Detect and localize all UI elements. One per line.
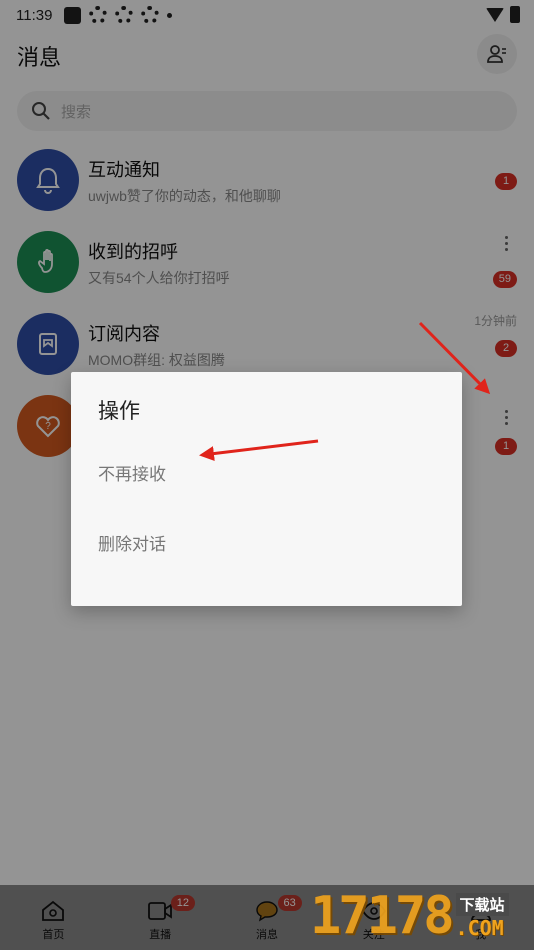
- watermark-cn: 下载站: [455, 893, 509, 916]
- watermark-number: 17178: [310, 886, 455, 946]
- arrow-to-more-options: [418, 321, 491, 395]
- arrow-to-stop-receiving: [199, 439, 319, 462]
- site-watermark-logo: 17178 下载站 .COM: [310, 888, 509, 950]
- watermark-com: .COM: [455, 916, 504, 940]
- annotation-arrows: [199, 321, 491, 462]
